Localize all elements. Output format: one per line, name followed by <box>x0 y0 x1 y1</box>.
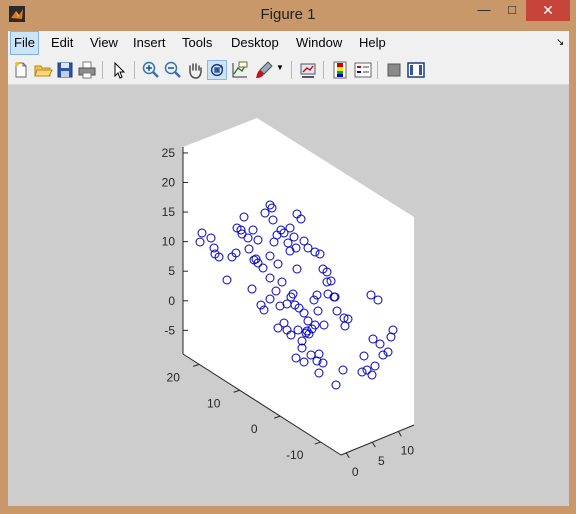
menu-view[interactable]: View <box>90 35 118 50</box>
rotate-3d-icon[interactable] <box>207 60 227 80</box>
legend-icon[interactable] <box>353 60 373 80</box>
new-figure-icon[interactable] <box>11 60 31 80</box>
data-cursor-icon[interactable] <box>230 60 250 80</box>
menu-window[interactable]: Window <box>296 35 342 50</box>
colorbar-icon[interactable] <box>330 60 350 80</box>
toolbar-separator <box>134 61 135 79</box>
y-tick-mark <box>274 415 281 419</box>
toolbar-separator <box>102 61 103 79</box>
y-tick-label: 20 <box>167 370 181 384</box>
x-tick-label: 5 <box>378 454 385 468</box>
scatter3-plot[interactable]: 25 20 15 10 5 0 -5 20 10 0 -10 0 5 10 <box>8 85 569 506</box>
figure-toolbar: ▼ <box>8 56 569 85</box>
minimize-button[interactable]: — <box>470 0 498 21</box>
maximize-button[interactable]: □ <box>498 0 526 21</box>
y-tick-label: 0 <box>251 422 258 436</box>
pan-hand-icon[interactable] <box>185 60 205 80</box>
z-tick-label: 5 <box>168 264 175 278</box>
toolbar-separator <box>377 61 378 79</box>
y-tick-mark <box>314 441 321 445</box>
z-tick-label: 15 <box>162 205 176 219</box>
title-bar[interactable]: Figure 1 — □ ✕ <box>0 0 576 30</box>
dock-figure-icon[interactable]: ↘ <box>556 37 564 48</box>
save-icon[interactable] <box>55 60 75 80</box>
zoom-out-icon[interactable] <box>163 60 183 80</box>
x-tick-label: 0 <box>352 465 359 479</box>
menu-insert[interactable]: Insert <box>133 35 166 50</box>
figure-window: Figure 1 — □ ✕ File Edit View Insert Too… <box>0 0 576 514</box>
y-tick-mark <box>193 363 200 367</box>
x-tick-mark <box>397 431 402 437</box>
z-tick-label: 20 <box>162 175 176 189</box>
print-icon[interactable] <box>77 60 97 80</box>
y-tick-label: -10 <box>286 448 304 462</box>
z-tick-label: 25 <box>162 146 176 160</box>
dropdown-icon[interactable]: ▼ <box>276 63 286 83</box>
menu-help[interactable]: Help <box>359 35 386 50</box>
x-tick-label: 10 <box>401 443 415 457</box>
z-tick-label: 0 <box>168 294 175 308</box>
y-tick-mark <box>233 389 240 393</box>
brush-icon[interactable] <box>254 60 274 80</box>
x-tick-mark <box>345 452 350 459</box>
menu-file[interactable]: File <box>10 31 39 55</box>
figure-canvas[interactable]: 25 20 15 10 5 0 -5 20 10 0 -10 0 5 10 <box>8 85 569 506</box>
toolbar-separator <box>323 61 324 79</box>
show-plot-tools-icon[interactable] <box>406 60 426 80</box>
z-tick-label: -5 <box>164 323 175 337</box>
link-plot-icon[interactable] <box>298 60 318 80</box>
open-file-icon[interactable] <box>33 60 53 80</box>
menu-edit[interactable]: Edit <box>51 35 73 50</box>
menu-desktop[interactable]: Desktop <box>231 35 279 50</box>
menu-bar: File Edit View Insert Tools Desktop Wind… <box>8 31 569 56</box>
toolbar-separator <box>291 61 292 79</box>
z-tick-label: 10 <box>162 235 176 249</box>
y-tick-label: 10 <box>207 396 221 410</box>
edit-plot-arrow-icon[interactable] <box>109 60 129 80</box>
menu-tools[interactable]: Tools <box>182 35 212 50</box>
zoom-in-icon[interactable] <box>141 60 161 80</box>
close-button[interactable]: ✕ <box>526 0 570 21</box>
x-tick-mark <box>371 441 376 448</box>
hide-plot-tools-icon[interactable] <box>384 60 404 80</box>
